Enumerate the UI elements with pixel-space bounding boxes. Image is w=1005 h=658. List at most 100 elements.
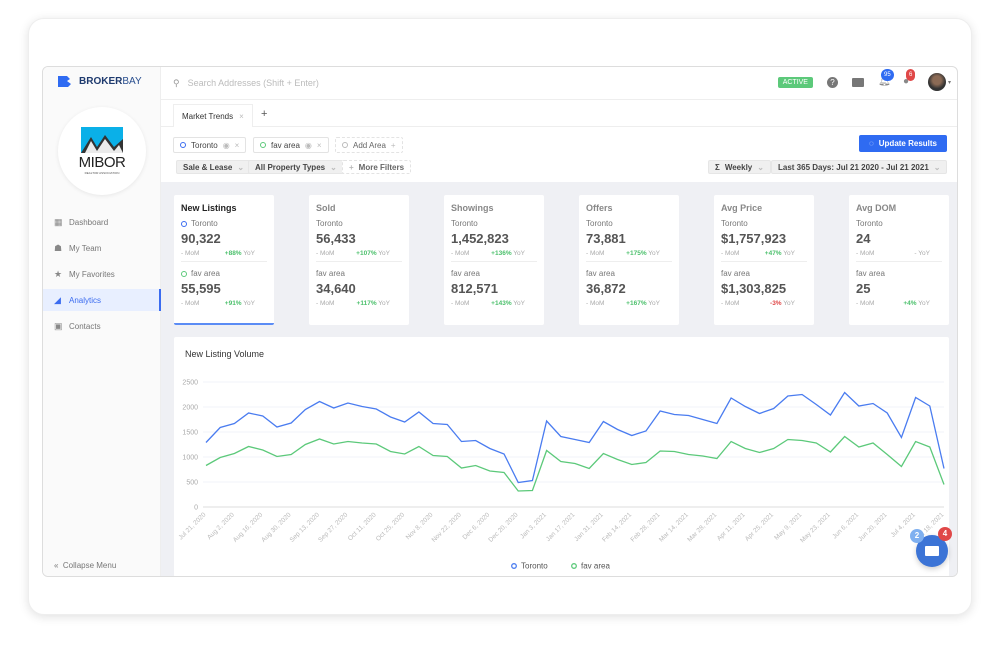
more-filters-button[interactable]: + More Filters [342,160,412,174]
property-types-dropdown[interactable]: All Property Types ⌄ [248,160,344,174]
status-badge: ACTIVE [777,76,813,88]
user-menu[interactable]: ▾ [927,73,951,91]
yoy-change: - YoY [914,250,930,257]
bell-icon[interactable]: 🔔︎ 95 [878,69,894,87]
chat-icon[interactable]: ● 6 [903,69,916,87]
yoy-value: +47% [764,250,782,257]
mom-change: - MoM [586,250,605,257]
yoy-value: +88% [224,250,242,257]
metric-card-new-listings[interactable]: New Listings Toronto 90,322 - MoM +88% YoY… [174,195,274,325]
area-label: Toronto [721,219,807,228]
card-title: Avg DOM [856,203,897,213]
caret-down-icon: ▾ [947,79,951,86]
yoy-value: +117% [356,300,377,307]
mom-change: - MoM [451,250,470,257]
metric-value: 1,452,823 [451,231,509,246]
area-name: fav area [191,269,220,278]
area-name: Toronto [586,219,613,228]
close-icon[interactable]: × [317,141,322,150]
update-results-button[interactable]: ◌ Update Results [859,135,947,152]
metric-value: 55,595 [181,281,221,296]
chart-title: New Listing Volume [185,349,265,359]
metric-card-offers[interactable]: Offers Toronto 73,881 - MoM +175% YoY fav a… [579,195,679,325]
area-name: Toronto [721,219,748,228]
tab-label: Market Trends [182,111,234,121]
x-tick-label: Apr 11, 2021 [716,511,747,542]
eye-icon[interactable]: ◉ [305,141,312,150]
x-tick-label: May 9, 2021 [773,511,804,542]
double-chevron-left-icon: « [54,561,59,570]
metric-card-showings[interactable]: Showings Toronto 1,452,823 - MoM +136% YoY… [444,195,544,325]
legend-label[interactable]: fav area [581,562,610,571]
plus-icon: + [390,140,396,150]
area-chip-toronto[interactable]: Toronto ◉ × [173,137,247,153]
divider [721,261,807,262]
area-name: fav area [586,269,615,278]
yoy-change: +88% YoY [225,250,255,257]
tab-market-trends[interactable]: Market Trends × [173,104,253,127]
area-label: Toronto [316,219,402,228]
chat-button[interactable]: 2 4 [910,527,952,567]
interval-dropdown[interactable]: Σ Weekly ⌄ [708,160,771,174]
close-icon[interactable]: × [239,112,244,121]
brand-light: BAY [122,75,142,87]
mom-change: - MoM [721,250,740,257]
sidebar-item-analytics[interactable]: ◢ Analytics [43,289,161,311]
x-tick-label: Sep 27, 2020 [317,511,350,544]
area-label: fav area [181,269,267,278]
add-area-button[interactable]: Add Area + [335,137,403,153]
tab-bar: Market Trends × + [161,100,957,127]
more-filters-label: More Filters [358,162,405,172]
y-tick-label: 0 [194,505,198,512]
metric-card-avg-dom[interactable]: Avg DOM Toronto 24 - MoM - YoY fav area 25 … [849,195,949,325]
area-chip-fav-area[interactable]: fav area ◉ × [253,137,329,153]
line-chart: 0 500 1000 1500 2000 2500 Jul 21, 2020Aug 2, 2… [177,380,945,571]
fav-area-dot-icon [260,142,266,148]
folder-icon[interactable] [851,77,864,87]
area-dot-icon [181,270,187,277]
close-icon[interactable]: × [235,141,240,150]
yoy-change: +175% YoY [626,250,660,257]
sidebar-item-my-favorites[interactable]: ★ My Favorites [43,263,161,285]
divider [451,261,537,262]
y-tick-label: 1500 [182,430,198,437]
x-tick-label: Jan 3, 2021 [519,511,548,540]
card-title: Showings [451,203,494,213]
eye-icon[interactable]: ◉ [223,141,230,150]
mom-change: - MoM [316,250,335,257]
legend-marker-icon[interactable] [571,563,577,569]
envelope-icon [925,546,939,556]
update-label: Update Results [878,139,937,148]
metric-card-avg-price[interactable]: Avg Price Toronto $1,757,923 - MoM +47% Yo… [714,195,814,325]
x-tick-label: Dec 6, 2020 [462,511,492,541]
notification-count: 95 [880,69,894,81]
x-tick-label: Apr 25, 2021 [744,511,776,543]
legend-label[interactable]: Toronto [521,562,548,571]
area-dot-icon [181,220,187,227]
sidebar-item-contacts[interactable]: ▣ Contacts [43,315,161,337]
add-tab-button[interactable]: + [261,108,267,120]
area-label: fav area [856,269,942,278]
brokerbay-logo-icon [58,76,71,87]
sidebar-item-my-team[interactable]: ☗ My Team [43,237,161,259]
sale-type-dropdown[interactable]: Sale & Lease ⌄ [176,160,252,174]
legend-marker-icon[interactable] [511,563,517,569]
metric-value: 812,571 [451,281,498,296]
collapse-menu-button[interactable]: « Collapse Menu [54,561,116,570]
date-range-dropdown[interactable]: Last 365 Days: Jul 21 2020 - Jul 21 2021… [771,160,948,174]
series-line-toronto [205,391,945,484]
x-tick-label: Oct 25, 2020 [375,511,407,543]
mom-change: - MoM [181,250,200,257]
sidebar-item-dashboard[interactable]: ▦ Dashboard [43,211,161,233]
metric-card-sold[interactable]: Sold Toronto 56,433 - MoM +107% YoY fav are… [309,195,409,325]
yoy-suffix: YoY [918,250,930,257]
org-logo: MIBOR REALTOR ASSOCIATION [58,107,146,195]
search-input[interactable]: ⚲ Search Addresses (Shift + Enter) [173,78,319,89]
yoy-suffix: YoY [783,300,795,307]
metric-value: $1,303,825 [721,281,787,296]
help-icon[interactable]: ? [826,76,838,88]
sidebar-item-label: Dashboard [69,217,109,227]
metric-value: 34,640 [316,281,356,296]
brokerbay-logo[interactable]: BROKERBAY [57,75,142,87]
org-logo-text: MIBOR [78,154,126,171]
